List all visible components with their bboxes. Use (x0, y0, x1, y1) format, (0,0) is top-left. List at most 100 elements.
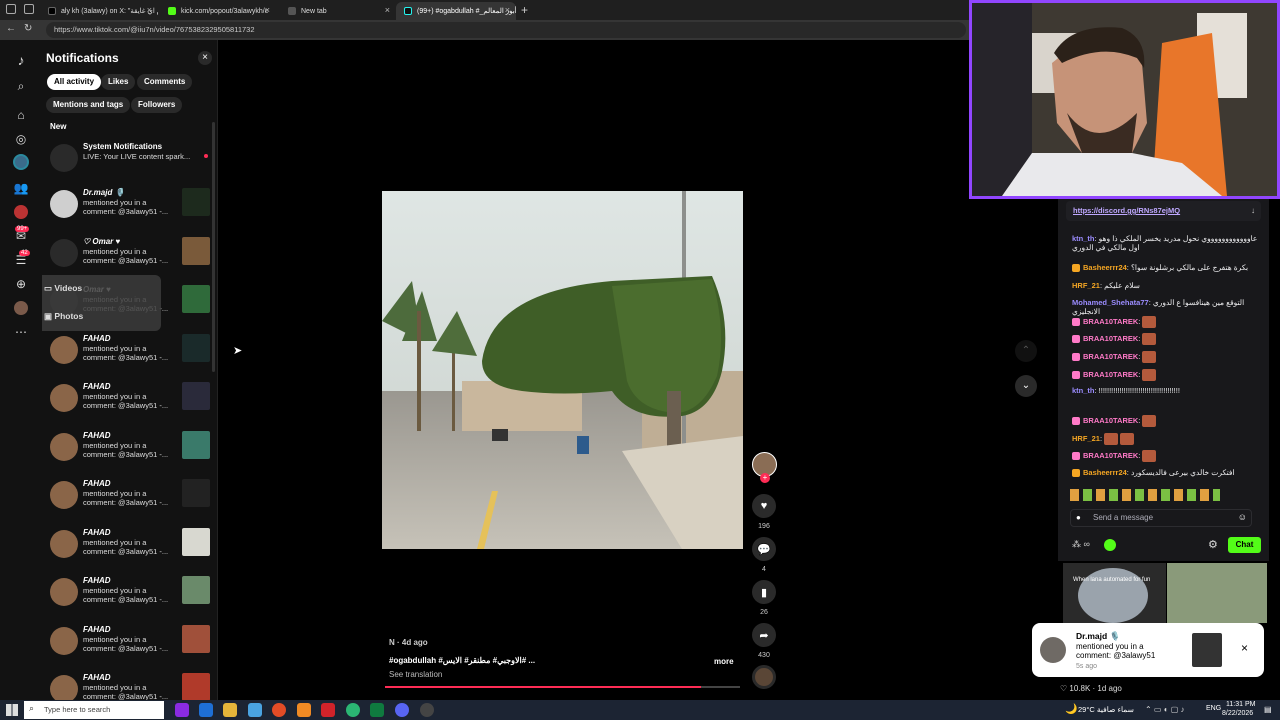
search-icon[interactable]: ⌕ (13, 78, 29, 94)
chat-username[interactable]: Basheerrr24 (1083, 263, 1127, 272)
obs-icon[interactable] (420, 703, 434, 717)
notification-item[interactable]: Dr.majd 🎙️ mentioned you in a comment: @3a… (50, 188, 210, 228)
comment-button[interactable]: 💬 (752, 537, 776, 561)
chat-username[interactable]: BRAA10TAREK (1083, 416, 1138, 425)
explore-icon[interactable]: ◎ (13, 131, 29, 147)
video-thumbnail[interactable] (182, 479, 210, 507)
reload-icon[interactable]: ↻ (24, 23, 32, 34)
tab-likes[interactable]: Likes (101, 74, 136, 90)
close-tab-icon[interactable]: × (505, 5, 510, 15)
video-thumbnail[interactable] (182, 624, 210, 653)
upload-photos-option[interactable]: ▣ Photos (44, 311, 83, 322)
chat-username[interactable]: Basheerrr24 (1083, 468, 1127, 477)
close-tab-icon[interactable]: × (265, 5, 270, 15)
previous-video-button[interactable]: ⌃ (1015, 340, 1037, 362)
suggested-thumb[interactable] (1167, 563, 1267, 623)
pinned-link[interactable]: https://discord.gg/RNs87ejMQ (1073, 206, 1180, 215)
video-thumbnail[interactable] (182, 673, 210, 700)
video-player[interactable] (382, 191, 743, 549)
chat-username[interactable]: BRAA10TAREK (1083, 370, 1138, 379)
video-thumbnail[interactable] (182, 382, 210, 410)
notification-item[interactable]: FAHAD mentioned you in a comment: @3alawy5… (50, 430, 210, 471)
save-button[interactable]: ▮ (752, 580, 776, 604)
tab-kick[interactable]: kick.com/popout/3alawykh/c × (160, 2, 276, 20)
chrome-icon[interactable] (272, 703, 286, 717)
video-thumbnail[interactable] (182, 430, 210, 459)
app-icon[interactable] (199, 703, 213, 717)
settings-icon[interactable]: ⚙ (1208, 538, 1218, 551)
video-thumbnail[interactable] (182, 527, 210, 556)
notifications-center-icon[interactable]: ▤ (1264, 705, 1272, 714)
home-icon[interactable]: ⌂ (13, 107, 29, 123)
tab-all-activity[interactable]: All activity (47, 74, 102, 90)
app-icon[interactable] (175, 703, 189, 717)
pinned-message[interactable]: https://discord.gg/RNs87ejMQ ↓ (1066, 201, 1261, 221)
tab-comments[interactable]: Comments (137, 74, 193, 90)
notification-item[interactable]: FAHAD mentioned you in a comment: @3alawy5… (50, 576, 210, 616)
app-icon[interactable] (370, 703, 384, 717)
system-notification[interactable]: System Notifications LIVE: Your LIVE con… (50, 142, 210, 182)
close-tab-icon[interactable]: × (147, 5, 152, 15)
notification-item[interactable]: FAHAD mentioned you in a comment: @3alawy5… (50, 527, 210, 568)
tab-mentions[interactable]: Mentions and tags (46, 97, 131, 113)
collapse-pin-icon[interactable]: ↓ (1251, 206, 1255, 215)
chat-send-button[interactable]: Chat (1228, 537, 1261, 553)
language-indicator[interactable]: ENG (1206, 705, 1221, 712)
chat-username[interactable]: ktn_th (1072, 386, 1095, 395)
friends-avatar-icon[interactable] (13, 204, 29, 220)
chat-username[interactable]: BRAA10TAREK (1083, 451, 1138, 460)
edge-icon[interactable] (346, 703, 360, 717)
file-explorer-icon[interactable] (223, 703, 237, 717)
video-thumbnail[interactable] (182, 576, 210, 604)
following-icon[interactable]: 👥 (13, 180, 29, 196)
taskbar-search[interactable]: ⌕ Type here to search (24, 701, 164, 719)
tab-new[interactable]: New tab × (280, 2, 396, 20)
video-thumbnail[interactable] (182, 236, 210, 265)
vlc-icon[interactable] (297, 703, 311, 717)
close-tab-icon[interactable]: × (385, 5, 390, 15)
tray-icons[interactable]: ⌃ ▭ ◐ ▢ ♪ (1145, 705, 1185, 714)
tab-search-icon[interactable] (24, 4, 34, 14)
discord-icon[interactable] (395, 703, 409, 717)
chat-username[interactable]: BRAA10TAREK (1083, 334, 1138, 343)
live-icon[interactable] (13, 154, 29, 170)
app-icon[interactable] (248, 703, 262, 717)
notification-item[interactable]: FAHAD mentioned you in a comment: @3alawy5… (50, 333, 210, 374)
notification-item[interactable]: ♡ Omar ♥ mentioned you in a comment: @3ala… (50, 236, 210, 277)
more-link[interactable]: more (714, 657, 734, 666)
toast-close-icon[interactable]: × (1241, 641, 1248, 655)
video-author[interactable]: N · 4d ago (389, 638, 428, 647)
address-bar[interactable]: https://www.tiktok.com/@iiu7n/video/7675… (46, 22, 966, 38)
suggested-thumb[interactable]: When lana automated for fun (1063, 563, 1166, 623)
points-icon[interactable]: ⁂ ∞ (1072, 539, 1090, 550)
chat-username[interactable]: BRAA10TAREK (1083, 352, 1138, 361)
next-video-button[interactable]: ⌄ (1015, 375, 1037, 397)
video-thumbnail[interactable] (182, 285, 210, 313)
video-progress-bar[interactable] (385, 686, 740, 688)
share-button[interactable]: ➦ (752, 623, 776, 647)
tab-tiktok[interactable]: (99+) #ogabdullah #_أبوز المعالم × (396, 2, 516, 20)
follow-plus-icon[interactable]: + (760, 473, 770, 483)
video-thumbnail[interactable] (182, 333, 210, 362)
notification-toast[interactable]: Dr.majd 🎙️ mentioned you in a comment: @… (1032, 623, 1264, 677)
tab-x[interactable]: aly kh (3alawy) on X: "ام اي غايقة" × (40, 2, 158, 20)
chat-input[interactable]: ● Send a message ☺ (1070, 509, 1252, 527)
chat-username[interactable]: Mohamed_Shehata77 (1072, 298, 1149, 307)
more-icon[interactable]: ⋯ (13, 324, 29, 340)
upload-icon[interactable]: ⊕ (13, 276, 29, 292)
upload-videos-option[interactable]: ▭ Videos (44, 283, 82, 294)
back-icon[interactable]: ← (6, 23, 16, 34)
start-icon[interactable] (6, 704, 18, 716)
app-icon[interactable] (321, 703, 335, 717)
emoji-icon[interactable]: ☺ (1238, 512, 1247, 522)
window-menu-icon[interactable] (6, 4, 16, 14)
notification-item[interactable]: FAHAD mentioned you in a comment: @3alawy5… (50, 624, 210, 665)
kick-points-icon[interactable] (1104, 539, 1116, 551)
see-translation-link[interactable]: See translation (389, 670, 442, 679)
clock-time[interactable]: 11:31 PM (1226, 701, 1255, 708)
notification-item[interactable]: FAHAD mentioned you in a comment: @3alawy5… (50, 673, 210, 700)
notification-item[interactable]: FAHAD mentioned you in a comment: @3alawy5… (50, 382, 210, 422)
notification-item[interactable]: FAHAD mentioned you in a comment: @3alawy5… (50, 479, 210, 519)
chat-username[interactable]: ktn_th (1072, 234, 1095, 243)
like-button[interactable]: ♥ (752, 494, 776, 518)
